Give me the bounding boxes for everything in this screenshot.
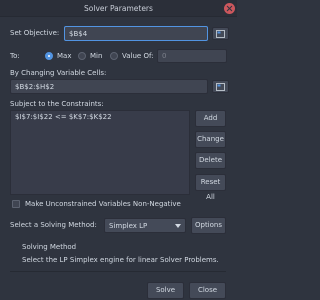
objective-shrink-button[interactable] bbox=[212, 27, 229, 40]
value-of-input[interactable]: 0 bbox=[157, 49, 227, 63]
objective-input[interactable]: $B$4 bbox=[64, 26, 208, 41]
changing-cells-shrink-button[interactable] bbox=[212, 80, 229, 93]
add-constraint-button[interactable]: Add bbox=[195, 110, 226, 127]
change-constraint-button[interactable]: Change bbox=[195, 131, 226, 148]
constraints-label: Subject to the Constraints: bbox=[10, 100, 104, 108]
value-of-radio[interactable] bbox=[110, 52, 118, 60]
delete-constraint-button[interactable]: Delete bbox=[195, 152, 226, 169]
title-bar: Solver Parameters bbox=[0, 0, 237, 17]
solving-method-select[interactable]: Simplex LP bbox=[104, 218, 186, 233]
chevron-down-icon bbox=[175, 224, 181, 228]
value-of-label: Value Of: bbox=[122, 52, 154, 60]
max-label: Max bbox=[57, 52, 72, 60]
changing-cells-input[interactable]: $B$2:$H$2 bbox=[10, 79, 208, 94]
set-objective-label: Set Objective: bbox=[10, 29, 60, 37]
close-button[interactable]: Close bbox=[189, 282, 226, 299]
solving-method-value: Simplex LP bbox=[109, 222, 148, 230]
range-select-icon bbox=[216, 29, 225, 38]
min-label: Min bbox=[90, 52, 103, 60]
constraint-item[interactable]: $I$7:$I$22 <= $K$7:$K$22 bbox=[11, 111, 189, 123]
method-info-heading: Solving Method bbox=[22, 243, 77, 251]
max-radio[interactable] bbox=[45, 52, 53, 60]
footer-divider bbox=[10, 271, 226, 272]
non-negative-label: Make Unconstrained Variables Non-Negativ… bbox=[25, 200, 181, 208]
solve-button[interactable]: Solve bbox=[147, 282, 184, 299]
min-radio[interactable] bbox=[78, 52, 86, 60]
window-close-button[interactable] bbox=[224, 3, 235, 14]
reset-all-button[interactable]: Reset All bbox=[195, 174, 226, 201]
window-title: Solver Parameters bbox=[84, 4, 153, 13]
changing-cells-label: By Changing Variable Cells: bbox=[10, 69, 107, 77]
solving-method-label: Select a Solving Method: bbox=[10, 221, 97, 229]
range-select-icon bbox=[216, 82, 225, 91]
to-label: To: bbox=[10, 52, 20, 60]
options-button[interactable]: Options bbox=[191, 217, 226, 234]
non-negative-checkbox[interactable] bbox=[12, 200, 20, 208]
method-info-description: Select the LP Simplex engine for linear … bbox=[22, 256, 219, 264]
constraints-list[interactable]: $I$7:$I$22 <= $K$7:$K$22 bbox=[10, 110, 190, 195]
